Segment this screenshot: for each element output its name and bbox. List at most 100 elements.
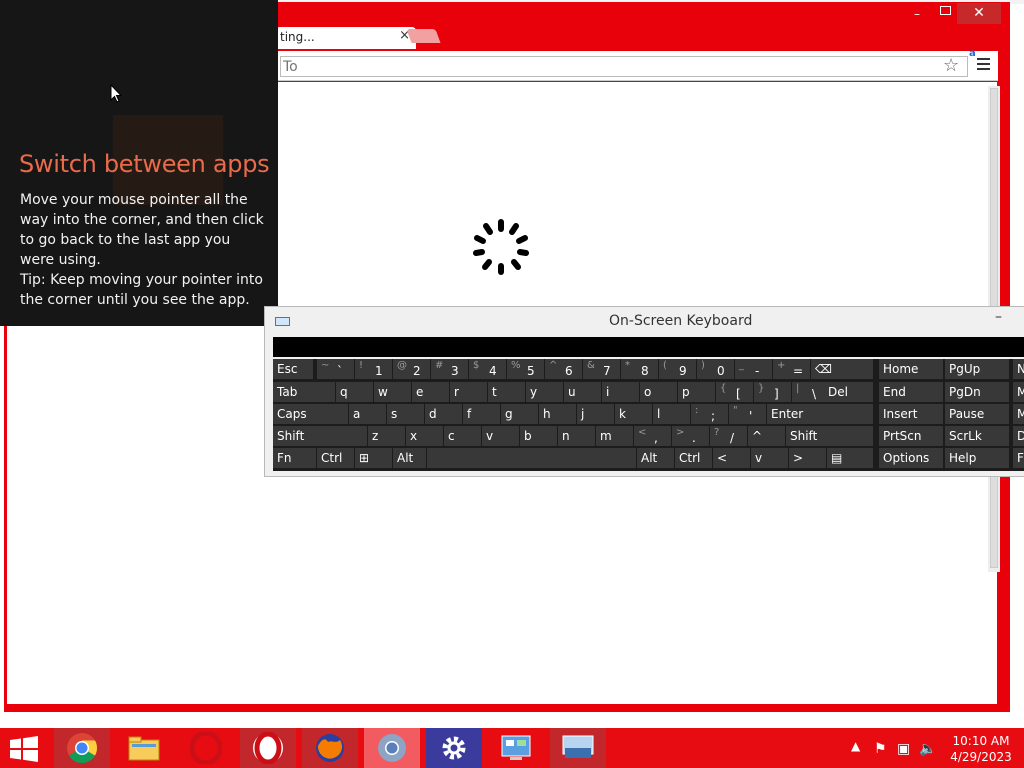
key[interactable]: p — [678, 382, 715, 402]
show-hidden-icons-icon[interactable]: ▲ — [851, 739, 860, 753]
key[interactable]: End — [879, 382, 943, 402]
key[interactable]: n — [558, 426, 595, 446]
key[interactable]: ⊞ — [355, 448, 392, 468]
key[interactable]: Ctrl — [317, 448, 354, 468]
key[interactable]: k — [615, 404, 652, 424]
key[interactable]: l — [653, 404, 690, 424]
key[interactable]: v — [751, 448, 788, 468]
key[interactable]: $4 — [469, 359, 506, 379]
key[interactable]: + = — [773, 359, 810, 379]
key[interactable]: w — [374, 382, 411, 402]
key[interactable]: ▤ — [827, 448, 873, 468]
on-screen-keyboard-taskbar-button[interactable] — [550, 728, 606, 768]
key[interactable]: v — [482, 426, 519, 446]
address-bar[interactable] — [280, 56, 968, 77]
settings-taskbar-button[interactable] — [426, 728, 482, 768]
volume-muted-icon[interactable]: 🔈 — [919, 741, 936, 757]
key[interactable]: > — [789, 448, 826, 468]
chrome-taskbar-button[interactable] — [54, 728, 110, 768]
bookmark-star-icon[interactable]: ☆ — [943, 55, 959, 76]
key[interactable]: Alt — [637, 448, 674, 468]
key[interactable]: PrtScn — [879, 426, 943, 446]
key[interactable]: @2 — [393, 359, 430, 379]
key[interactable]: N — [1013, 359, 1024, 379]
key[interactable]: s — [387, 404, 424, 424]
key[interactable]: Enter — [767, 404, 873, 424]
key[interactable]: a — [349, 404, 386, 424]
window-maximize-button[interactable] — [940, 6, 951, 15]
key[interactable]: (9 — [659, 359, 696, 379]
key[interactable]: D — [1013, 426, 1024, 446]
key[interactable]: Tab — [273, 382, 335, 402]
key[interactable]: ? / — [710, 426, 747, 446]
network-icon[interactable]: ▣ — [897, 741, 910, 757]
key[interactable]: d — [425, 404, 462, 424]
key[interactable]: }] — [754, 382, 791, 402]
key[interactable]: " ' — [729, 404, 766, 424]
key[interactable]: Ctrl — [675, 448, 712, 468]
key[interactable]: Fn — [273, 448, 316, 468]
key[interactable]: <, — [634, 426, 671, 446]
key[interactable]: i — [602, 382, 639, 402]
key[interactable]: Help — [945, 448, 1009, 468]
key[interactable]: h — [539, 404, 576, 424]
control-panel-taskbar-button[interactable] — [488, 728, 544, 768]
key[interactable]: Home — [879, 359, 943, 379]
key[interactable]: j — [577, 404, 614, 424]
key[interactable]: o — [640, 382, 677, 402]
key[interactable]: ^ 6 — [545, 359, 582, 379]
key[interactable]: #3 — [431, 359, 468, 379]
taskbar-clock[interactable]: 10:10 AM 4/29/2023 — [946, 733, 1016, 765]
key[interactable]: < — [713, 448, 750, 468]
window-minimize-button[interactable]: – — [914, 7, 920, 21]
key[interactable]: Pause — [945, 404, 1009, 424]
chrome-canary-taskbar-button[interactable] — [364, 728, 420, 768]
key[interactable]: {[ — [716, 382, 753, 402]
key[interactable]: Alt — [393, 448, 426, 468]
key[interactable]: r — [450, 382, 487, 402]
key[interactable]: Del — [824, 382, 873, 402]
key[interactable]: y — [526, 382, 563, 402]
key[interactable]: ^ — [748, 426, 785, 446]
new-tab-button[interactable] — [406, 29, 441, 43]
key[interactable]: Caps — [273, 404, 348, 424]
key[interactable]: PgUp — [945, 359, 1009, 379]
key[interactable]: M — [1013, 404, 1024, 424]
action-center-flag-icon[interactable]: ⚑ — [874, 741, 887, 757]
opera-taskbar-button[interactable] — [178, 728, 234, 768]
key[interactable]: ) 0 — [697, 359, 734, 379]
key[interactable]: m — [596, 426, 633, 446]
windows-start-icon[interactable] — [10, 736, 38, 762]
key[interactable]: % 5 — [507, 359, 544, 379]
key[interactable]: b — [520, 426, 557, 446]
key[interactable]: q — [336, 382, 373, 402]
key[interactable]: t — [488, 382, 525, 402]
key[interactable]: e — [412, 382, 449, 402]
file-explorer-taskbar-button[interactable] — [116, 728, 172, 768]
extension-icon[interactable]: a — [969, 48, 976, 59]
key[interactable]: x — [406, 426, 443, 446]
key[interactable]: >. — [672, 426, 709, 446]
firefox-taskbar-button[interactable] — [302, 728, 358, 768]
key[interactable]: & 7 — [583, 359, 620, 379]
key[interactable]: Options — [879, 448, 943, 468]
key[interactable]: PgDn — [945, 382, 1009, 402]
osk-minimize-button[interactable]: – — [995, 309, 1002, 325]
key[interactable]: f — [463, 404, 500, 424]
key[interactable]: M — [1013, 382, 1024, 402]
key[interactable]: ScrLk — [945, 426, 1009, 446]
window-close-button[interactable]: ✕ — [957, 3, 1001, 24]
key[interactable]: Shift — [786, 426, 873, 446]
key[interactable]: * 8 — [621, 359, 658, 379]
key[interactable]: Insert — [879, 404, 943, 424]
key[interactable]: ~ ` — [317, 359, 354, 379]
key[interactable]: :; — [691, 404, 728, 424]
browser-menu-icon[interactable] — [977, 58, 990, 70]
opera-taskbar-button-2[interactable] — [240, 728, 296, 768]
key[interactable] — [427, 448, 636, 468]
key[interactable]: u — [564, 382, 601, 402]
key[interactable]: ! 1 — [355, 359, 392, 379]
key[interactable]: g — [501, 404, 538, 424]
key[interactable]: ⌫ — [811, 359, 873, 379]
key[interactable]: F — [1013, 448, 1024, 468]
